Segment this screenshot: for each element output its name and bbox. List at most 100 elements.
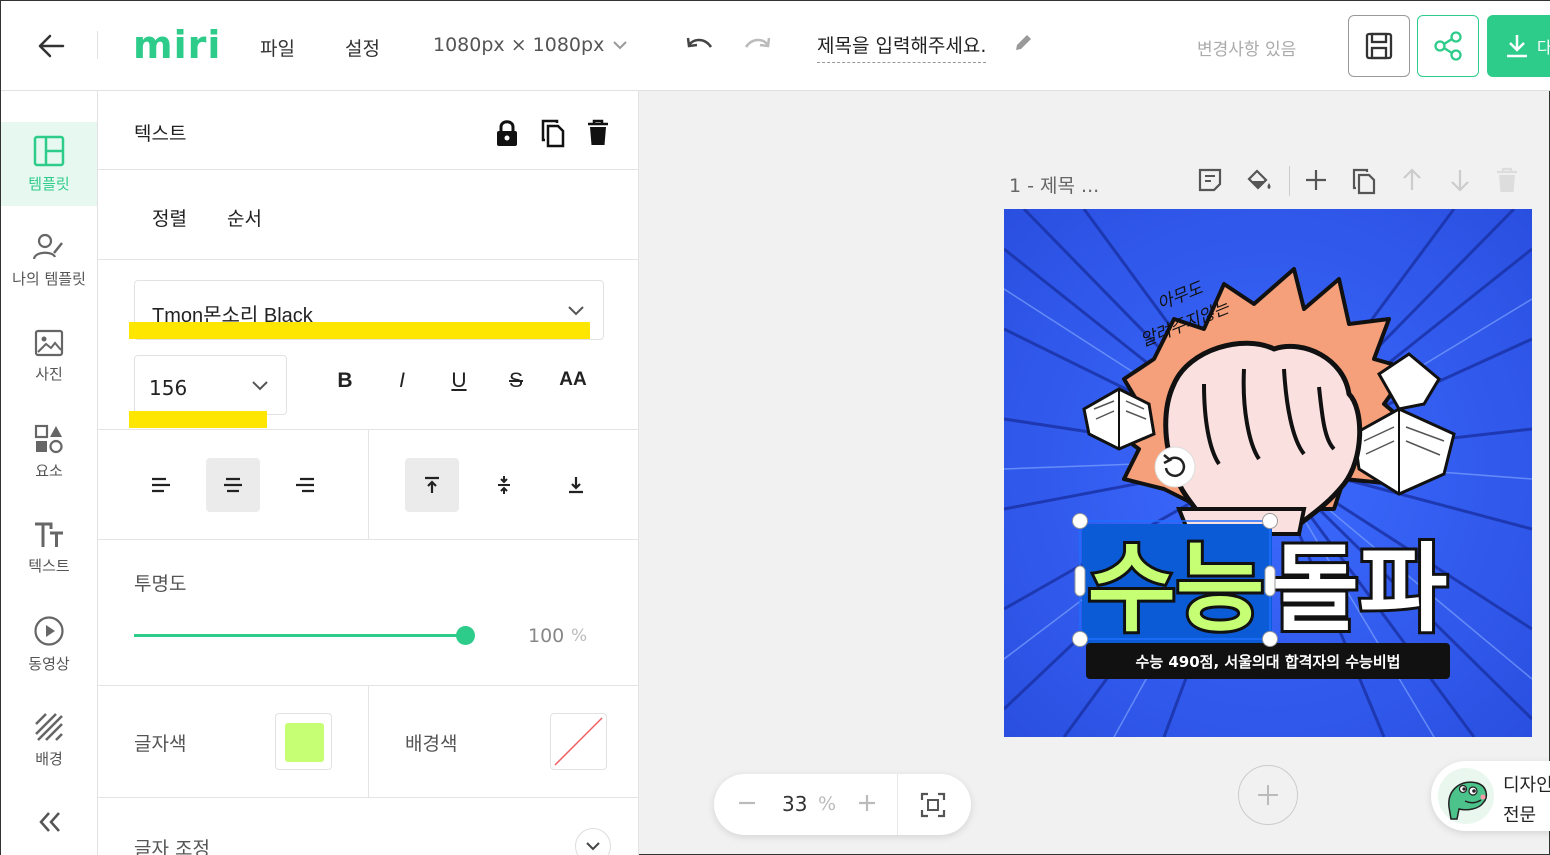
zoom-out-minus-icon[interactable] [736,792,758,814]
design-help-chat-widget[interactable]: 디자인 전문 [1431,761,1550,831]
expand-chevron-icon[interactable] [575,828,611,855]
text-icon [35,522,63,547]
opacity-unit: % [571,626,588,646]
sidebar-item-elements[interactable]: 요소 [1,410,97,494]
sidebar-item-my-templates[interactable]: 나의 템플릿 [1,218,97,302]
helper-text-line-1: 디자인 [1503,775,1550,796]
text-color-label: 글자색 [134,733,187,755]
divider [897,774,898,835]
opacity-value[interactable]: 100 [528,625,564,647]
subtitle-text[interactable]: 수능 490점, 서울의대 합격자의 수능비법 [1136,653,1401,671]
zoom-value[interactable]: 33 [782,792,807,816]
sidebar-item-label: 템플릿 [28,174,70,193]
headline-text[interactable]: 돌파 [1268,530,1451,648]
download-button[interactable]: 다 [1487,15,1550,77]
text-color-swatch[interactable] [275,713,332,770]
share-icon [1434,31,1462,61]
sidebar-item-video[interactable]: 동영상 [1,602,97,686]
miri-logo[interactable]: miri [133,23,221,67]
sidebar-item-label: 나의 템플릿 [12,269,86,288]
menu-settings[interactable]: 설정 [345,34,380,61]
sidebar-item-label: 배경 [35,749,63,768]
resize-handle[interactable] [1264,565,1276,597]
yellow-highlight-mark [129,411,267,428]
artwork: 아무도 알려주지않는 수능 돌파 수능 490점, 서울의대 합격자의 수능비법 [1004,209,1532,737]
divider [368,429,369,539]
sidebar-item-label: 사진 [35,364,63,383]
lock-icon[interactable] [495,119,523,149]
left-sidebar: 템플릿 나의 템플릿 사진 요소 텍스트 동영상 배경 [1,91,98,855]
add-icon[interactable] [1303,167,1331,197]
font-size-value: 156 [149,376,188,400]
canvas-size-label: 1080px × 1080px [433,34,605,56]
sidebar-item-photos[interactable]: 사진 [1,314,97,398]
share-button[interactable] [1417,15,1479,77]
note-icon[interactable] [1197,167,1225,197]
copy-page-icon[interactable] [1351,167,1379,197]
text-adjust-label: 글자 조정 [134,838,210,855]
redo-icon[interactable] [742,33,772,59]
align-left-icon [152,477,170,493]
move-down-arrow-icon[interactable] [1447,167,1475,197]
add-page-button[interactable] [1238,765,1298,825]
save-button[interactable] [1348,15,1410,77]
zoom-in-plus-icon[interactable] [856,792,878,814]
align-left-button[interactable] [134,458,188,512]
divider [98,797,638,798]
image-icon [34,329,64,356]
strikethrough-button[interactable]: S [498,369,534,399]
pencil-icon[interactable] [1013,31,1033,53]
underline-button[interactable]: U [441,369,477,399]
resize-handle[interactable] [1072,631,1088,647]
uppercase-button[interactable]: AA [555,369,591,399]
italic-button[interactable]: I [384,369,420,399]
valign-bottom-button[interactable] [549,458,603,512]
page-label[interactable]: 1 - 제목 ... [1009,171,1099,198]
divider [98,539,638,540]
align-center-button[interactable] [206,458,260,512]
font-size-dropdown[interactable]: 156 [134,355,287,415]
resize-handle[interactable] [1074,565,1086,597]
opacity-slider-track[interactable] [134,634,466,637]
divider [98,169,638,170]
fit-screen-icon[interactable] [919,791,947,819]
back-arrow-icon[interactable] [31,29,71,63]
document-title[interactable]: 제목을 입력해주세요. [817,31,987,63]
valign-middle-button[interactable] [477,458,531,512]
pattern-icon [35,712,63,741]
tab-align[interactable]: 정렬 [152,204,187,231]
menu-file[interactable]: 파일 [260,34,295,61]
bg-color-swatch-none[interactable] [550,713,607,770]
valign-middle-icon [498,476,510,494]
resize-handle[interactable] [1262,631,1278,647]
bold-button[interactable]: B [327,369,363,399]
user-edit-icon [33,233,63,259]
opacity-label: 투명도 [134,573,187,595]
headline-selected-text[interactable]: 수능 [1085,530,1268,648]
move-up-arrow-icon[interactable] [1399,167,1427,197]
valign-top-button[interactable] [405,458,459,512]
paint-bucket-icon[interactable] [1245,167,1273,197]
sidebar-item-label: 요소 [35,461,63,480]
align-right-button[interactable] [278,458,332,512]
resize-handle[interactable] [1072,513,1088,529]
text-color-fill [285,723,324,762]
opacity-slider-handle[interactable] [456,626,475,645]
collapse-double-chevron-icon[interactable] [35,807,65,837]
trash-icon[interactable] [586,119,614,149]
canvas-size-dropdown[interactable]: 1080px × 1080px [433,34,628,56]
sidebar-item-templates[interactable]: 템플릿 [1,122,97,206]
zoom-control: 33 % [714,774,971,835]
design-artboard[interactable]: 아무도 알려주지않는 수능 돌파 수능 490점, 서울의대 합격자의 수능비법 [1004,209,1532,737]
zoom-unit: % [818,793,837,815]
duplicate-icon[interactable] [540,118,568,148]
tab-order[interactable]: 순서 [227,204,262,231]
undo-icon[interactable] [685,33,715,59]
resize-handle[interactable] [1262,513,1278,529]
delete-page-trash-icon[interactable] [1495,167,1523,197]
divider [368,685,369,797]
rotate-handle[interactable] [1154,446,1196,488]
sidebar-item-background[interactable]: 배경 [1,698,97,782]
chevron-down-icon [567,305,585,317]
sidebar-item-text[interactable]: 텍스트 [1,506,97,590]
